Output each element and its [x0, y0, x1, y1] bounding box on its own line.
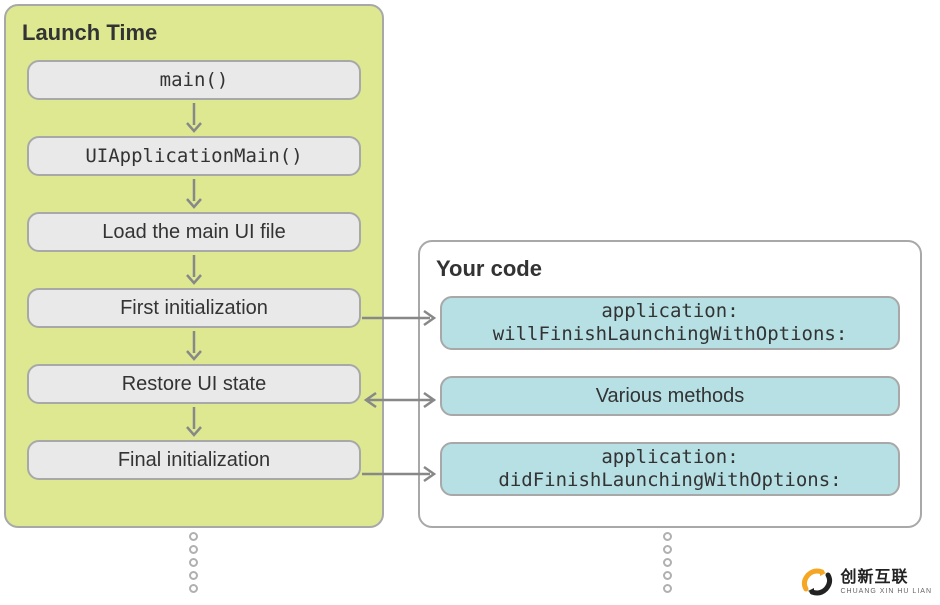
step-final-init: Final initialization — [27, 440, 361, 480]
code-line: didFinishLaunchingWithOptions: — [498, 469, 841, 492]
step-uiapplicationmain: UIApplicationMain() — [27, 136, 361, 176]
dot-icon — [663, 584, 672, 593]
code-panel-title: Your code — [436, 256, 902, 282]
logo-text-main: 创新互联 — [840, 570, 932, 586]
your-code-panel: Your code application: willFinishLaunchi… — [418, 240, 922, 528]
code-will-finish: application: willFinishLaunchingWithOpti… — [440, 296, 900, 350]
step-label: Restore UI state — [122, 373, 267, 396]
logo-text: 创新互联 CHUANG XIN HU LIAN — [840, 570, 932, 595]
arrow-down-icon — [182, 252, 206, 288]
code-various-methods: Various methods — [440, 376, 900, 416]
dot-icon — [663, 532, 672, 541]
code-did-finish: application: didFinishLaunchingWithOptio… — [440, 442, 900, 496]
dot-icon — [663, 545, 672, 554]
code-line: application: — [601, 300, 738, 323]
dot-icon — [189, 545, 198, 554]
dot-icon — [663, 571, 672, 580]
dot-icon — [663, 558, 672, 567]
arrow-down-icon — [182, 100, 206, 136]
launch-steps-column: main() UIApplicationMain() Load the main… — [24, 60, 364, 480]
step-label: Final initialization — [118, 449, 270, 472]
step-label: main() — [160, 69, 229, 91]
step-main: main() — [27, 60, 361, 100]
arrow-down-icon — [182, 404, 206, 440]
code-line: Various methods — [596, 385, 745, 408]
connector-restore-to-various — [360, 388, 440, 412]
brand-logo: 创新互联 CHUANG XIN HU LIAN — [800, 565, 932, 599]
dot-icon — [189, 571, 198, 580]
dot-icon — [189, 584, 198, 593]
connector-final-to-didfinish — [360, 462, 440, 486]
code-line: application: — [601, 446, 738, 469]
step-label: Load the main UI file — [102, 221, 285, 244]
step-first-init: First initialization — [27, 288, 361, 328]
step-label: UIApplicationMain() — [85, 145, 302, 167]
arrow-down-icon — [182, 176, 206, 212]
continuation-dots-right — [660, 532, 674, 593]
launch-time-panel: Launch Time main() UIApplicationMain() L… — [4, 4, 384, 528]
logo-mark-icon — [800, 565, 834, 599]
logo-text-sub: CHUANG XIN HU LIAN — [840, 588, 932, 595]
step-label: First initialization — [120, 297, 268, 320]
connector-first-to-willfinish — [360, 306, 440, 330]
step-restore-ui: Restore UI state — [27, 364, 361, 404]
code-line: willFinishLaunchingWithOptions: — [493, 323, 848, 346]
code-items-column: application: willFinishLaunchingWithOpti… — [438, 296, 902, 496]
step-load-ui: Load the main UI file — [27, 212, 361, 252]
arrow-down-icon — [182, 328, 206, 364]
dot-icon — [189, 558, 198, 567]
continuation-dots-left — [186, 532, 200, 593]
dot-icon — [189, 532, 198, 541]
launch-panel-title: Launch Time — [22, 20, 364, 46]
